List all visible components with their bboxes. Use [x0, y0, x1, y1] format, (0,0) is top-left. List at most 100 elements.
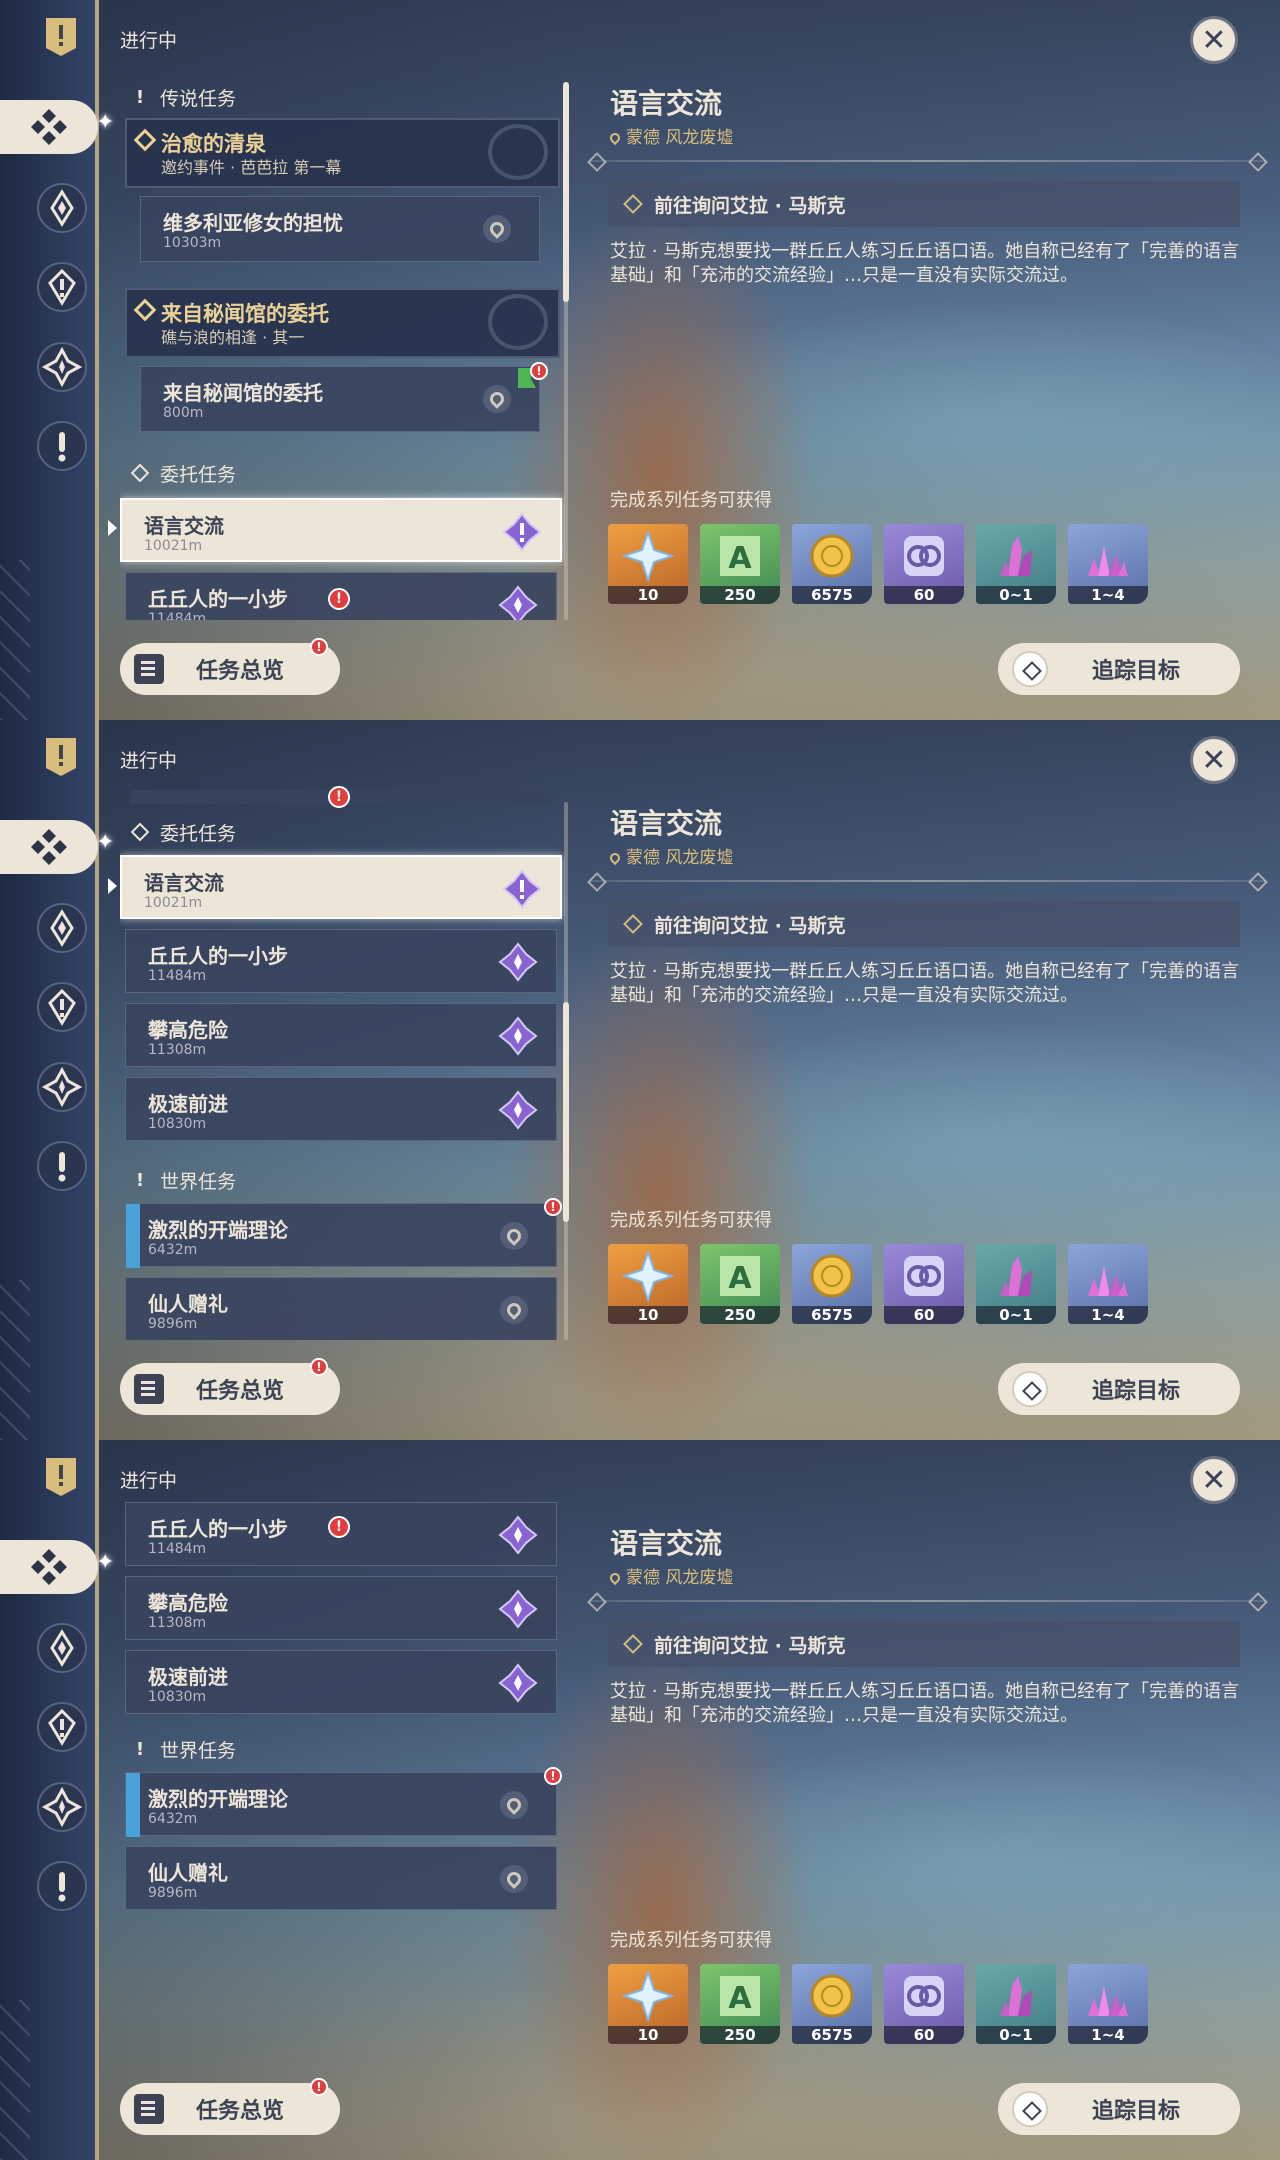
quest-card-world[interactable]: 激烈的开端理论 6432m — [125, 1203, 557, 1268]
reward-mora[interactable]: 6575 — [792, 1964, 872, 2044]
primogem-icon — [622, 1250, 674, 1302]
quest-book-icon[interactable] — [44, 1456, 78, 1496]
sidebar-tab-story[interactable] — [37, 262, 87, 312]
quest-book-icon[interactable] — [44, 736, 78, 776]
map-pin-icon[interactable] — [483, 385, 511, 413]
sidebar-tab-commission[interactable] — [0, 820, 98, 874]
map-pin-icon[interactable] — [500, 1865, 528, 1893]
location-pin-icon — [607, 130, 623, 146]
alert-badge: ! — [530, 362, 548, 380]
reward-count: 1~4 — [1068, 586, 1148, 604]
reward-primogem[interactable]: 10 — [608, 524, 688, 604]
quest-title: 极速前进 — [148, 1665, 228, 1689]
archon-quest-card[interactable]: 来自秘闻馆的委托 礁与浪的相逢 · 其一 — [125, 288, 560, 358]
objective-diamond-icon — [623, 1634, 643, 1654]
quest-card[interactable]: 来自秘闻馆的委托 800m — [140, 366, 540, 432]
world-marker — [126, 1773, 140, 1837]
sidebar-edge — [95, 0, 99, 720]
close-button[interactable]: ✕ — [1190, 736, 1238, 784]
quest-overview-button[interactable]: 任务总览 — [120, 643, 340, 695]
quest-overview-button[interactable]: 任务总览 — [120, 1363, 340, 1415]
track-diamond-icon — [1012, 2091, 1048, 2127]
overview-label: 任务总览 — [196, 659, 285, 684]
commission-quest-icon — [498, 942, 538, 982]
category-label: 委托任务 — [160, 463, 237, 486]
quest-book-icon[interactable] — [44, 16, 78, 56]
track-target-button[interactable]: 追踪目标 — [998, 643, 1240, 695]
reward-crystal-chunk[interactable]: 0~1 — [976, 524, 1056, 604]
category-label: 世界任务 — [160, 1739, 237, 1762]
quest-title: 丘丘人的一小步 — [148, 1517, 288, 1541]
sidebar-tab-commission-alt[interactable] — [37, 342, 87, 392]
sidebar-tab-world[interactable] — [37, 1861, 87, 1911]
sidebar-tab-commission[interactable] — [0, 1540, 98, 1594]
quest-overview-button[interactable]: 任务总览 — [120, 2083, 340, 2135]
primogem-icon — [622, 530, 674, 582]
close-button[interactable]: ✕ — [1190, 1456, 1238, 1504]
category-label: 委托任务 — [160, 822, 237, 845]
quest-card[interactable]: 维多利亚修女的担忧 10303m — [140, 196, 540, 262]
reward-friendship-exp[interactable]: 60 — [884, 1964, 964, 2044]
sidebar-tab-story[interactable] — [37, 1702, 87, 1752]
commission-quest-icon — [502, 869, 542, 909]
reward-primogem[interactable]: 10 — [608, 1964, 688, 2044]
close-button[interactable]: ✕ — [1190, 16, 1238, 64]
detail-location: 蒙德 风龙废墟 — [607, 1563, 733, 1588]
map-pin-icon[interactable] — [500, 1296, 528, 1324]
reward-crystal-chunk[interactable]: 0~1 — [976, 1244, 1056, 1324]
quest-card[interactable]: 丘丘人的一小步 11484m — [125, 929, 557, 993]
quest-card-world[interactable]: 激烈的开端理论 6432m — [125, 1772, 557, 1837]
map-pin-icon[interactable] — [500, 1222, 528, 1250]
sidebar-tab-archon[interactable] — [37, 1623, 87, 1673]
quest-card[interactable]: 攀高危险 11308m — [125, 1576, 557, 1640]
sidebar-tab-commission-alt[interactable] — [37, 1062, 87, 1112]
sidebar-tab-story[interactable] — [37, 982, 87, 1032]
reward-friendship-exp[interactable]: 60 — [884, 524, 964, 604]
track-target-button[interactable]: 追踪目标 — [998, 2083, 1240, 2135]
quest-card[interactable]: 极速前进 10830m — [125, 1650, 557, 1714]
map-pin-icon[interactable] — [500, 1791, 528, 1819]
quest-card[interactable]: 攀高危险 11308m — [125, 1003, 557, 1067]
reward-crystal-cluster[interactable]: 1~4 — [1068, 524, 1148, 604]
commission-quest-icon — [498, 1090, 538, 1130]
sidebar-tab-world[interactable] — [37, 1141, 87, 1191]
sidebar-tab-archon[interactable] — [37, 903, 87, 953]
commission-quest-icon — [498, 1515, 538, 1555]
reward-crystal-chunk[interactable]: 0~1 — [976, 1964, 1056, 2044]
archon-icon — [50, 909, 74, 947]
reward-primogem[interactable]: 10 — [608, 1244, 688, 1324]
sidebar-tab-archon[interactable] — [37, 183, 87, 233]
quest-card[interactable]: 极速前进 10830m — [125, 1077, 557, 1141]
reward-adventure-exp[interactable]: A 250 — [700, 1964, 780, 2044]
alert-badge: ! — [310, 1358, 328, 1376]
objective-bar: 前往询问艾拉 · 马斯克 — [608, 181, 1240, 227]
mora-icon — [810, 534, 854, 578]
reward-friendship-exp[interactable]: 60 — [884, 1244, 964, 1324]
map-pin-icon[interactable] — [483, 215, 511, 243]
quest-card-selected[interactable]: 语言交流 10021m — [120, 855, 562, 919]
archon-quest-card[interactable]: 治愈的清泉 邀约事件 · 芭芭拉 第一幕 — [125, 118, 560, 188]
story-icon — [48, 1708, 76, 1746]
sidebar-tab-commission[interactable] — [0, 100, 98, 154]
quest-card-world[interactable]: 仙人赠礼 9896m — [125, 1846, 557, 1910]
selection-arrow-icon — [108, 520, 117, 536]
quest-card-world[interactable]: 仙人赠礼 9896m — [125, 1277, 557, 1340]
category-archon: ! 传说任务 — [130, 82, 236, 112]
track-target-button[interactable]: 追踪目标 — [998, 1363, 1240, 1415]
quest-title: 激烈的开端理论 — [148, 1218, 288, 1242]
sidebar-tab-world[interactable] — [37, 421, 87, 471]
reward-adventure-exp[interactable]: A 250 — [700, 1244, 780, 1324]
reward-mora[interactable]: 6575 — [792, 524, 872, 604]
objective-text: 前往询问艾拉 · 马斯克 — [654, 194, 846, 217]
quest-card-selected[interactable]: 语言交流 10021m — [120, 498, 562, 562]
quest-list: ! 委托任务 语言交流 10021m 丘丘人的一小步 11484m 攀高危险 1… — [120, 782, 565, 1340]
alert-badge: ! — [328, 786, 350, 808]
reward-crystal-cluster[interactable]: 1~4 — [1068, 1964, 1148, 2044]
track-diamond-icon — [1012, 651, 1048, 687]
reward-mora[interactable]: 6575 — [792, 1244, 872, 1324]
reward-adventure-exp[interactable]: A 250 — [700, 524, 780, 604]
reward-count: 60 — [884, 1306, 964, 1324]
objective-text: 前往询问艾拉 · 马斯克 — [654, 1634, 846, 1657]
sidebar-tab-commission-alt[interactable] — [37, 1782, 87, 1832]
reward-crystal-cluster[interactable]: 1~4 — [1068, 1244, 1148, 1324]
